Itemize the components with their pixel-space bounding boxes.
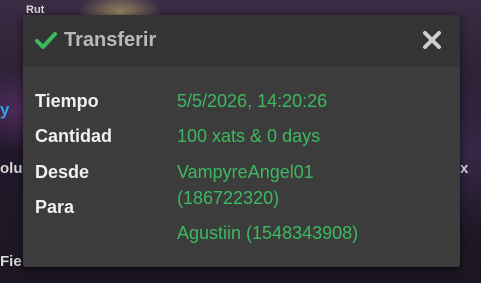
transfer-dialog: Transferir Tiempo 5/5/2026, 14:20:26 Can… [23, 15, 460, 267]
background-fragment-y: y [0, 100, 10, 119]
background-fragment-x: x [460, 160, 469, 177]
check-icon [35, 29, 57, 51]
time-label: Tiempo [35, 91, 99, 111]
amount-label: Cantidad [35, 126, 113, 146]
dialog-header: Transferir [23, 15, 460, 67]
from-value-line1: VampyreAngel01 [177, 162, 314, 182]
to-value: Agustiin (1548343908) [177, 223, 359, 243]
time-value: 5/5/2026, 14:20:26 [177, 91, 328, 111]
from-value-line2: (186722320) [177, 188, 280, 208]
background-fragment-fie: Fie [0, 253, 22, 270]
to-label: Para [35, 197, 75, 217]
close-icon[interactable] [422, 30, 442, 50]
dialog-title: Transferir [64, 29, 157, 51]
from-label: Desde [35, 162, 90, 182]
background-fragment-olu: olu [0, 160, 23, 177]
amount-value: 100 xats & 0 days [177, 126, 321, 146]
